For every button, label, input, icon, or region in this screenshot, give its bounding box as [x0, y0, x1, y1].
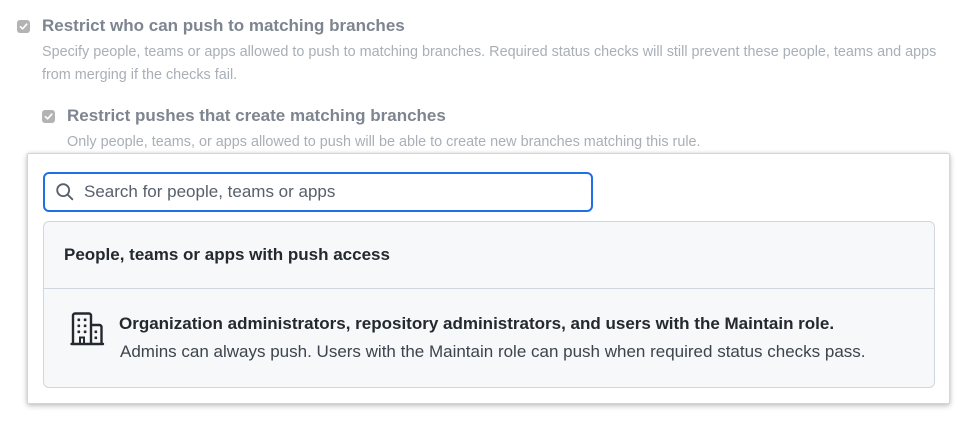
push-access-popover: People, teams or apps with push access: [27, 153, 950, 404]
push-access-list-header: People, teams or apps with push access: [44, 222, 934, 289]
checkmark-icon: [19, 22, 28, 30]
restrict-push-checkbox[interactable]: [17, 19, 30, 33]
push-access-list-title: People, teams or apps with push access: [64, 245, 390, 264]
restrict-push-title: Restrict who can push to matching branch…: [42, 16, 405, 35]
branch-protection-settings: Restrict who can push to matching branch…: [0, 0, 975, 425]
list-item: Organization administrators, repository …: [44, 289, 934, 386]
restrict-create-title: Restrict pushes that create matching bra…: [67, 106, 446, 125]
push-access-list: People, teams or apps with push access O…: [43, 221, 935, 388]
item-description: Admins can always push. Users with the M…: [120, 342, 866, 361]
checkmark-icon: [44, 112, 53, 120]
search-box[interactable]: [43, 172, 593, 212]
restrict-create-option: Restrict pushes that create matching bra…: [42, 104, 942, 154]
restrict-push-description: Specify people, teams or apps allowed to…: [42, 44, 937, 83]
restrict-push-row: Restrict who can push to matching branch…: [17, 14, 947, 38]
restrict-create-checkbox[interactable]: [42, 109, 55, 123]
item-title: Organization administrators, repository …: [119, 314, 835, 333]
restrict-create-description: Only people, teams, or apps allowed to p…: [67, 134, 701, 150]
restrict-push-option: Restrict who can push to matching branch…: [17, 14, 947, 87]
organization-icon: [70, 312, 105, 346]
restrict-create-row: Restrict pushes that create matching bra…: [42, 104, 942, 128]
search-input[interactable]: [84, 177, 564, 207]
search-icon: [56, 183, 74, 201]
